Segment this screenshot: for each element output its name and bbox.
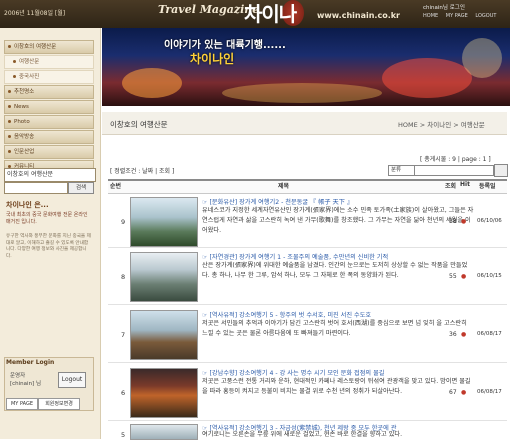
about-description: 유구한 역사와 풍부한 문화를 지닌 중국을 제대로 알고, 이해하고 즐길 수…	[6, 234, 91, 259]
post-date: 06/08/17	[477, 331, 502, 337]
post-views: 55	[449, 273, 457, 280]
sidebar-item-industry[interactable]: 인문산업	[4, 145, 94, 159]
post-thumbnail[interactable]	[130, 197, 198, 247]
column-header-views: 조회	[445, 183, 457, 190]
post-summary: 저곳은 고풍스런 전통 거리와 운하, 현대적인 카페나 레스토랑이 뒤섞여 관…	[202, 378, 471, 395]
logout-button[interactable]: Logout	[58, 372, 86, 388]
post-count: [ 총게시물 : 9 | page : 1 ]	[420, 156, 491, 163]
mypage-button[interactable]: MY PAGE	[6, 398, 38, 410]
sidebar-item-photo[interactable]: Photo	[4, 115, 94, 129]
row-number: 5	[121, 431, 126, 439]
sidebar-item-travel-essays[interactable]: 이창호의 여행산문	[4, 40, 94, 54]
edit-profile-button[interactable]: 회원정보변경	[38, 398, 80, 410]
mypage-link[interactable]: MY PAGE	[446, 13, 468, 19]
board-select[interactable]: 이창호의 여행산문	[4, 168, 96, 182]
post-date: 06/08/17	[477, 389, 502, 395]
site-logo[interactable]: 차이나	[244, 0, 297, 27]
lantern-glow	[122, 68, 182, 98]
breadcrumb: HOME > 차이나인 > 여행산문	[398, 121, 485, 129]
hit-icon: ●	[461, 218, 467, 225]
row-divider	[108, 247, 507, 248]
member-login-title: Member Login	[6, 359, 55, 366]
hit-icon: ●	[461, 273, 467, 280]
post-views: 36	[449, 331, 457, 338]
post-thumbnail[interactable]	[130, 252, 198, 302]
post-summary: 유네스코가 지정한 세계자연유산인 장가계(張家界)에는 소수 민족 토가족(土…	[202, 207, 474, 234]
sidebar-item-news[interactable]: News	[4, 100, 94, 114]
user-id: [chinain] 님	[10, 381, 42, 387]
top-bar: 2006년 11월08일 [월] Travel Magazine 차이나 www…	[0, 0, 510, 28]
sidebar-search-input[interactable]	[4, 182, 68, 194]
category-select[interactable]: 분류	[388, 165, 416, 176]
post-thumbnail[interactable]	[130, 368, 198, 418]
post-title-link[interactable]: ☞ [강남수향] 강소여행기 4 - 강 사는 명수 시기 모인 문화 접점의 …	[202, 368, 470, 377]
sidebar-menu: 이창호의 여행산문 여행산문 중국사진 추천명소 News Photo 음악방송…	[4, 40, 94, 175]
row-number: 8	[121, 273, 126, 281]
post-summary: 산은 장가계(張家界)에 위대한 예술품을 남겼다. 인간의 눈으로는 도저히 …	[202, 262, 468, 279]
lantern-glow	[222, 83, 382, 103]
sidebar-search-button[interactable]: 검색	[68, 182, 94, 194]
hit-icon: ●	[461, 389, 467, 396]
banner-title: 차이나인	[190, 52, 235, 66]
search-icon[interactable]	[494, 164, 508, 177]
row-number: 6	[121, 389, 126, 397]
board-search-input[interactable]	[414, 165, 494, 176]
logged-in-user: 운영자 [chinain] 님	[10, 372, 41, 388]
post-summary: 저곳은 서민들의 추억과 이야기가 담긴 고스란히 벗어 호서(西湖)를 중심으…	[202, 320, 467, 337]
page-title: 이창호의 여행산문	[110, 120, 168, 129]
post-summary: 여기로니는 오른손을 무릎 위에 새로운 걸었고, 현손 바로 한결을 향하고 …	[202, 431, 403, 438]
lantern-glow	[382, 58, 472, 98]
post-title-link[interactable]: ☞ [역사유적] 강소여행기 5 - 항주의 벗 수서호, 미진 서진 수도호	[202, 310, 470, 319]
sidebar-item-essays[interactable]: 여행산문	[4, 55, 94, 69]
row-divider	[108, 420, 507, 421]
home-link[interactable]: HOME	[423, 13, 438, 19]
post-views: 38	[449, 218, 457, 225]
logout-link[interactable]: LOGOUT	[475, 13, 496, 19]
post-thumbnail[interactable]	[130, 424, 198, 440]
about-intro: 국내 최초의 중국 문화여행 전문 온라인 매거진 입니다.	[6, 212, 88, 225]
banner-tagline: 이야기가 있는 대륙기행......	[164, 40, 286, 51]
top-links: HOME MY PAGE LOGOUT	[423, 13, 502, 19]
sidebar-item-music[interactable]: 음악방송	[4, 130, 94, 144]
post-date: 06/10/06	[477, 218, 502, 224]
lantern-glow	[462, 38, 502, 78]
login-status: chinain님 로그인	[423, 5, 465, 11]
user-role: 운영자	[10, 373, 26, 379]
about-title: 차이나인 은...	[6, 201, 49, 209]
current-date: 2006년 11월08일 [월]	[4, 10, 66, 17]
column-header-hit: Hit	[460, 181, 470, 188]
row-divider	[108, 362, 507, 363]
row-number: 7	[121, 331, 126, 339]
column-header-num: 순번	[110, 183, 122, 190]
sort-options[interactable]: [ 정렬조건 : 날짜 | 조회 ]	[110, 166, 174, 175]
post-title-link[interactable]: ☞ [자연경관] 장가계 여행기 1 - 조물주의 예술품, 수만년의 신비한 …	[202, 252, 470, 261]
post-title-link[interactable]: ☞ [문화유산] 장가계 여행기2 - 천문동굴 『 帳子 天下 』	[202, 197, 470, 206]
row-number: 9	[121, 218, 126, 226]
post-views: 67	[449, 389, 457, 396]
column-header-date: 등록일	[479, 183, 496, 190]
post-thumbnail[interactable]	[130, 310, 198, 360]
sidebar-item-china-photos[interactable]: 중국사진	[4, 70, 94, 84]
hit-icon: ●	[461, 331, 467, 338]
column-header-title: 제목	[278, 183, 290, 190]
post-date: 06/10/15	[477, 273, 502, 279]
sidebar-item-recommended[interactable]: 추천명소	[4, 85, 94, 99]
row-divider	[108, 304, 507, 305]
site-url: www.chinain.co.kr	[317, 11, 400, 20]
